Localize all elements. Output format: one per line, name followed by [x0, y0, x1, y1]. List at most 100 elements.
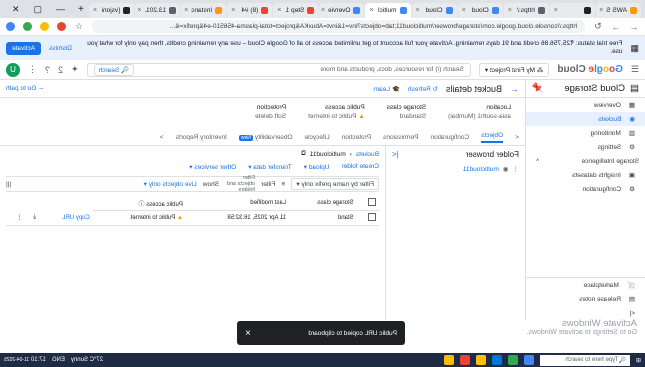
close-icon[interactable]: ×: [321, 7, 325, 14]
forward-icon[interactable]: →: [611, 22, 621, 32]
search-button[interactable]: 🔍 Search: [93, 63, 135, 76]
url-field[interactable]: https://console.cloud.google.com/storage…: [92, 20, 585, 33]
tab-objects[interactable]: Objects: [481, 132, 504, 143]
tab-scroll-left[interactable]: <: [515, 134, 519, 141]
more-icon[interactable]: ⋮: [513, 165, 520, 173]
sidebar-item-marketplace[interactable]: 🛒 Marketplace: [526, 278, 645, 292]
pin-icon[interactable]: 📌: [532, 83, 544, 94]
tab-scroll-right[interactable]: >: [160, 134, 164, 141]
close-icon[interactable]: ×: [554, 7, 558, 14]
close-icon[interactable]: ×: [277, 7, 281, 14]
sidebar-item-monitoring[interactable]: ▥ Monitoring: [526, 126, 645, 140]
copy-url-link[interactable]: Copy URL: [39, 210, 93, 226]
row-more-icon[interactable]: ⋮: [6, 210, 26, 226]
extension-icon[interactable]: [40, 22, 49, 31]
app-icon[interactable]: [523, 355, 534, 365]
filter-mode-select[interactable]: Filter by name prefix only ▾: [291, 178, 379, 190]
browser-tab[interactable]: Cloud ×: [457, 3, 503, 18]
go-to-path-button[interactable]: ⇔ Go to path: [6, 85, 45, 92]
menu-icon[interactable]: ☰: [631, 64, 639, 75]
sidebar-item-overview[interactable]: ▦ Overview: [526, 98, 645, 112]
breadcrumb-buckets[interactable]: Buckets: [356, 151, 379, 158]
notifications-icon[interactable]: 2: [58, 65, 63, 75]
avatar[interactable]: U: [6, 62, 20, 77]
table-row[interactable]: Stand 11 Apr 2025, 16:32:58 ▲ Public to …: [6, 210, 379, 226]
close-icon[interactable]: ×: [462, 7, 466, 14]
app-icon[interactable]: [459, 355, 470, 365]
collapse-icon[interactable]: |<: [392, 150, 399, 159]
tab-protection[interactable]: Protection: [342, 134, 371, 141]
app-icon[interactable]: [507, 355, 518, 365]
minimize-button[interactable]: —: [56, 4, 65, 14]
tab-configuration[interactable]: Configuration: [430, 134, 469, 141]
reload-icon[interactable]: ↻: [593, 21, 603, 32]
learn-button[interactable]: 🎓 Learn: [373, 85, 400, 93]
col-public-access[interactable]: Public access ⓘ: [92, 196, 186, 211]
other-services-button[interactable]: Other services ▾: [189, 163, 236, 171]
lang[interactable]: ENG: [52, 357, 65, 363]
help-icon[interactable]: ?: [45, 65, 50, 75]
upload-button[interactable]: Upload ▾: [304, 163, 330, 171]
maximize-button[interactable]: ▢: [34, 4, 43, 15]
back-icon[interactable]: ←: [629, 22, 639, 32]
refresh-button[interactable]: ↻ Refresh: [408, 85, 438, 93]
close-window-button[interactable]: ✕: [12, 4, 20, 15]
weather[interactable]: 27°C Sunny: [71, 357, 103, 363]
extension-icon[interactable]: [23, 22, 32, 31]
gemini-icon[interactable]: ✦: [71, 64, 79, 75]
browser-tab[interactable]: ×: [549, 3, 595, 18]
tab-observability[interactable]: ObservabilityNew: [238, 134, 293, 141]
new-tab-button[interactable]: +: [74, 4, 88, 15]
folder-item[interactable]: ⋮ ◉ multicloud11: [392, 165, 520, 174]
tab-lifecycle[interactable]: Lifecycle: [305, 134, 330, 141]
app-icon[interactable]: [475, 355, 486, 365]
sidebar-item-insights[interactable]: ▣ Insights datasets: [526, 168, 645, 182]
create-folder-button[interactable]: Create folder: [341, 163, 379, 171]
copy-icon[interactable]: ⧉: [301, 150, 306, 158]
close-icon[interactable]: ×: [599, 7, 603, 14]
close-icon[interactable]: ×: [416, 7, 420, 14]
google-cloud-logo[interactable]: Google Cloud: [557, 64, 623, 75]
star-icon[interactable]: ☆: [74, 21, 84, 32]
close-icon[interactable]: ×: [508, 7, 512, 14]
app-icon[interactable]: [443, 355, 454, 365]
transfer-data-button[interactable]: Transfer data ▾: [248, 163, 292, 171]
sidebar-item-release-notes[interactable]: ▤ Release notes: [526, 292, 645, 306]
browser-tab[interactable]: AWS S ×: [595, 3, 641, 18]
tab-inventory-reports[interactable]: Inventory Reports: [176, 134, 227, 141]
close-icon[interactable]: ×: [184, 7, 188, 14]
clock[interactable]: 17:10 11-04-2025: [4, 357, 46, 363]
close-icon[interactable]: ×: [137, 7, 141, 14]
toast-close-button[interactable]: ×: [245, 328, 251, 339]
sidebar-group-storage-intelligence[interactable]: Storage Intelligence ^: [526, 154, 645, 168]
row-checkbox[interactable]: [368, 213, 376, 221]
close-icon[interactable]: ×: [369, 7, 373, 14]
app-icon[interactable]: [491, 355, 502, 365]
windows-start-icon[interactable]: ⊞: [636, 357, 641, 364]
close-icon[interactable]: ×: [93, 7, 97, 14]
browser-tab[interactable]: 13.201. ×: [134, 3, 181, 18]
browser-tab[interactable]: Instanc ×: [181, 3, 227, 18]
extension-icon[interactable]: [57, 22, 66, 31]
tab-permissions[interactable]: Permissions: [383, 134, 418, 141]
project-picker[interactable]: ⁂ My First Project ▾: [478, 62, 550, 77]
filter-input[interactable]: Filter: [261, 181, 275, 188]
select-all-checkbox[interactable]: [368, 198, 376, 206]
close-icon[interactable]: ×: [231, 7, 235, 14]
back-arrow-icon[interactable]: ←: [510, 84, 519, 94]
browser-tab[interactable]: multicl ×: [365, 3, 411, 18]
sidebar-item-buckets[interactable]: ◉ Buckets: [526, 112, 645, 126]
browser-tab[interactable]: (8) #4 ×: [227, 3, 273, 18]
browser-tab[interactable]: https:/ ×: [503, 3, 549, 18]
browser-tab[interactable]: Step 1 ×: [273, 3, 319, 18]
taskbar-search[interactable]: 🔍 Type here to search: [539, 354, 630, 366]
browser-tab[interactable]: Cloud ×: [411, 3, 457, 18]
col-last-modified[interactable]: Last modified: [185, 196, 290, 211]
live-objects-select[interactable]: Live objects only ▾: [144, 180, 197, 188]
download-icon[interactable]: ⤓: [25, 210, 40, 226]
dismiss-button[interactable]: Dismiss: [49, 45, 72, 52]
sidebar-item-settings[interactable]: ⚙ Settings: [526, 140, 645, 154]
activate-button[interactable]: Activate: [6, 41, 42, 55]
browser-tab[interactable]: Overvie ×: [319, 3, 365, 18]
extension-icon[interactable]: [6, 22, 15, 31]
